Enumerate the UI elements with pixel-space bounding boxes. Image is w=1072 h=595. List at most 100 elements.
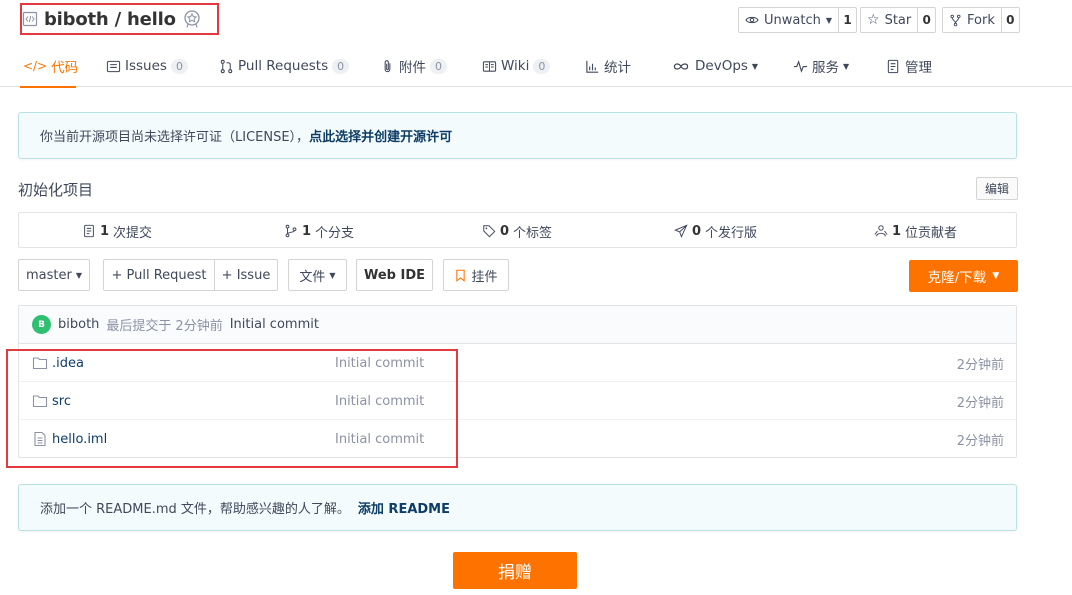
tag-icon xyxy=(483,225,496,238)
license-notice: 你当前开源项目尚未选择许可证（LICENSE）， 点此选择并创建开源许可 xyxy=(18,112,1017,159)
chevron-down-icon: ▼ xyxy=(75,270,82,280)
edit-description-button[interactable]: 编辑 xyxy=(976,177,1018,200)
clone-download-button[interactable]: 克隆/下载 ▼ xyxy=(909,260,1018,292)
commit-verb: 最后提交于 xyxy=(106,319,172,334)
chevron-down-icon: ▼ xyxy=(825,15,832,25)
web-ide-label: Web IDE xyxy=(363,267,426,283)
new-pull-request-button[interactable]: + Pull Request xyxy=(103,259,215,291)
tab-pull-requests-count: 0 xyxy=(332,58,350,74)
fork-button[interactable]: Fork xyxy=(943,8,1002,32)
repo-tabs: </> 代码 Issues 0 Pull Requests 0 附件 0 Wik… xyxy=(0,45,1072,88)
stat-tags[interactable]: 0 个标签 xyxy=(482,213,552,249)
chevron-down-icon: ▼ xyxy=(992,271,1000,281)
manage-icon xyxy=(887,59,899,73)
new-issue-button[interactable]: + Issue xyxy=(214,259,278,291)
web-ide-button[interactable]: Web IDE xyxy=(356,259,433,291)
chevron-down-icon: ▼ xyxy=(329,270,336,280)
new-issue-label: + Issue xyxy=(221,267,271,283)
tab-statistics-label: 统计 xyxy=(604,60,631,76)
create-license-link[interactable]: 点此选择并创建开源许可 xyxy=(309,126,452,145)
file-commit-time: 2分钟前 xyxy=(956,357,1004,373)
tab-issues-label: Issues xyxy=(125,58,167,74)
tab-manage-label: 管理 xyxy=(905,60,932,76)
readme-notice-text: 添加一个 README.md 文件，帮助感兴趣的人了解。 xyxy=(40,502,350,517)
annotation-highlight xyxy=(20,3,219,35)
fork-label: Fork xyxy=(967,12,995,28)
stat-tags-label: 个标签 xyxy=(513,225,553,241)
stat-releases[interactable]: 0 个发行版 xyxy=(674,213,757,249)
active-tab-indicator xyxy=(20,86,76,88)
tab-devops[interactable]: DevOps ▼ xyxy=(671,45,758,87)
send-icon xyxy=(674,224,688,238)
issues-icon xyxy=(106,60,121,72)
license-notice-text: 你当前开源项目尚未选择许可证（LICENSE）， xyxy=(40,130,310,145)
code-icon: </> xyxy=(23,59,48,73)
chevron-down-icon: ▼ xyxy=(843,61,850,71)
repo-description: 初始化项目 xyxy=(18,181,94,199)
branch-select[interactable]: master ▼ xyxy=(18,259,90,291)
readme-notice: 添加一个 README.md 文件，帮助感兴趣的人了解。 添加 README xyxy=(18,484,1017,531)
tab-attachments[interactable]: 附件 0 xyxy=(380,45,447,87)
tab-services-label: 服务 xyxy=(812,60,839,76)
bookmark-icon xyxy=(456,269,466,282)
tab-wiki[interactable]: Wiki 0 xyxy=(482,45,551,87)
file-commit-time: 2分钟前 xyxy=(956,433,1004,449)
tab-wiki-count: 0 xyxy=(533,58,551,74)
donate-button[interactable]: 捐赠 xyxy=(453,552,577,589)
chevron-down-icon: ▼ xyxy=(751,61,759,71)
tab-manage[interactable]: 管理 xyxy=(886,45,932,87)
annotation-highlight xyxy=(6,349,458,468)
pulse-icon xyxy=(793,59,808,73)
repo-title: biboth / hello xyxy=(20,3,219,35)
commit-author[interactable]: biboth xyxy=(58,317,99,332)
tab-code[interactable]: </> 代码 xyxy=(20,45,79,88)
stat-releases-label: 个发行版 xyxy=(705,225,758,241)
stat-commits[interactable]: 1 次提交 xyxy=(82,213,152,249)
unwatch-label: Unwatch xyxy=(764,12,821,28)
stat-contributors[interactable]: 1 位贡献者 xyxy=(874,213,957,249)
fork-count[interactable]: 0 xyxy=(1002,8,1019,32)
files-dropdown[interactable]: 文件 ▼ xyxy=(288,259,347,291)
paperclip-icon xyxy=(384,59,391,72)
commit-message[interactable]: Initial commit xyxy=(230,317,319,332)
branch-select-value: master xyxy=(26,267,72,283)
stat-contributors-count: 1 xyxy=(892,223,902,239)
file-commit-time: 2分钟前 xyxy=(956,395,1004,411)
infinity-icon xyxy=(673,62,689,70)
tab-issues-count: 0 xyxy=(170,58,188,74)
add-readme-link[interactable]: 添加 README xyxy=(358,498,450,517)
tab-issues[interactable]: Issues 0 xyxy=(106,45,188,87)
tab-wiki-label: Wiki xyxy=(501,58,530,74)
tab-services[interactable]: 服务 ▼ xyxy=(793,45,849,87)
tab-statistics[interactable]: 统计 xyxy=(585,45,631,87)
watch-count[interactable]: 1 xyxy=(839,8,856,32)
stat-commits-count: 1 xyxy=(100,223,110,239)
star-button-group: ☆ Star 0 xyxy=(860,7,937,33)
tab-code-label: 代码 xyxy=(51,60,79,76)
tab-pull-requests[interactable]: Pull Requests 0 xyxy=(219,45,350,87)
unwatch-button[interactable]: Unwatch ▼ xyxy=(739,8,839,32)
stat-branches[interactable]: 1 个分支 xyxy=(284,213,354,249)
branch-icon xyxy=(285,224,297,238)
stat-branches-label: 个分支 xyxy=(315,225,355,241)
star-icon: ☆ xyxy=(867,12,880,28)
watch-button-group: Unwatch ▼ 1 xyxy=(738,7,857,33)
bar-chart-icon xyxy=(586,60,599,73)
star-button[interactable]: ☆ Star xyxy=(861,8,919,32)
pull-request-icon xyxy=(220,59,233,73)
repo-stats-bar: 1 次提交 1 个分支 0 个标签 0 个发行版 1 位贡献者 xyxy=(18,212,1017,248)
avatar[interactable]: B xyxy=(32,315,51,334)
stat-contributors-label: 位贡献者 xyxy=(905,225,958,241)
contributors-icon xyxy=(874,225,888,237)
tab-attachments-label: 附件 xyxy=(399,60,426,76)
commit-icon xyxy=(84,224,94,238)
stat-commits-label: 次提交 xyxy=(113,225,153,241)
tab-devops-label: DevOps xyxy=(695,58,748,74)
clone-download-label: 克隆/下载 xyxy=(927,270,987,286)
star-count[interactable]: 0 xyxy=(918,8,935,32)
widget-button[interactable]: 挂件 xyxy=(443,259,509,291)
stat-releases-count: 0 xyxy=(692,223,702,239)
book-icon xyxy=(482,60,497,72)
stat-tags-count: 0 xyxy=(500,223,510,239)
stat-branches-count: 1 xyxy=(302,223,312,239)
